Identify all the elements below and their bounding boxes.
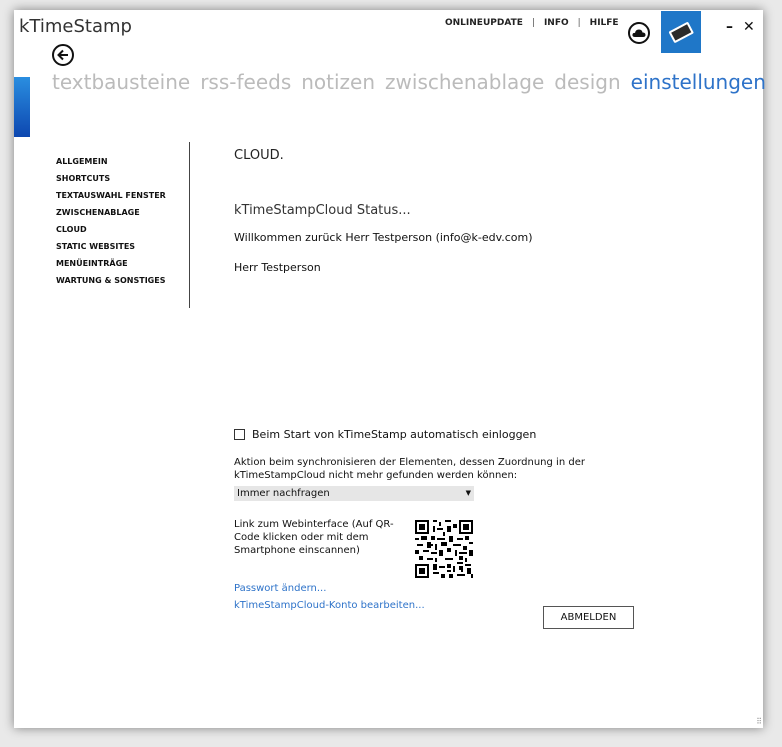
auto-login-label: Beim Start von kTimeStamp automatisch ei…	[252, 428, 537, 441]
web-interface-label: Link zum Webinterface (Auf QR-Code klick…	[234, 519, 394, 556]
sync-action-select[interactable]: Immer nachfragen ▼	[234, 486, 474, 501]
logout-button[interactable]: ABMELDEN	[543, 606, 634, 629]
top-link-separator: |	[577, 18, 581, 28]
change-password-link[interactable]: Passwort ändern...	[234, 583, 326, 594]
auto-login-checkbox[interactable]	[234, 429, 245, 440]
page-title: CLOUD.	[234, 148, 284, 163]
main-nav: textbausteine rss-feeds notizen zwischen…	[52, 70, 776, 94]
sidebar-item-allgemein[interactable]: ALLGEMEIN	[56, 153, 166, 170]
arrow-left-icon[interactable]	[52, 44, 74, 66]
tab-notizen[interactable]: notizen	[301, 70, 375, 94]
resize-grip-icon[interactable]: ⠿	[756, 717, 762, 726]
sidebar-item-wartung-sonstiges[interactable]: WARTUNG & SONSTIGES	[56, 272, 166, 289]
sync-action-value: Immer nachfragen	[237, 488, 330, 499]
tab-rss-feeds[interactable]: rss-feeds	[200, 70, 291, 94]
app-window: kTimeStamp ONLINEUPDATE | INFO | HILFE –…	[14, 10, 766, 728]
sidebar-item-shortcuts[interactable]: SHORTCUTS	[56, 170, 166, 187]
tab-design[interactable]: design	[554, 70, 620, 94]
sidebar-divider	[189, 142, 190, 308]
top-link-separator: |	[531, 18, 535, 28]
caret-down-icon: ▼	[465, 489, 471, 497]
sidebar-item-zwischenablage[interactable]: ZWISCHENABLAGE	[56, 204, 166, 221]
info-link[interactable]: INFO	[544, 18, 569, 28]
sidebar-item-static-websites[interactable]: STATIC WEBSITES	[56, 238, 166, 255]
sidebar-item-textauswahl-fenster[interactable]: TEXTAUSWAHL FENSTER	[56, 187, 166, 204]
tablet-icon[interactable]	[661, 11, 701, 53]
tab-einstellungen[interactable]: einstellungen	[631, 70, 766, 94]
help-link[interactable]: HILFE	[590, 18, 619, 28]
onlineupdate-link[interactable]: ONLINEUPDATE	[445, 18, 523, 28]
welcome-text: Willkommen zurück Herr Testperson (info@…	[234, 231, 533, 244]
sidebar-item-menueintraege[interactable]: MENÜEINTRÄGE	[56, 255, 166, 272]
user-name: Herr Testperson	[234, 261, 321, 274]
minimize-button[interactable]: –	[726, 19, 733, 35]
accent-bar	[14, 77, 30, 137]
settings-sidebar: ALLGEMEIN SHORTCUTS TEXTAUSWAHL FENSTER …	[56, 153, 166, 289]
close-button[interactable]: ✕	[743, 19, 755, 35]
cloud-icon[interactable]	[628, 22, 650, 44]
sidebar-item-cloud[interactable]: CLOUD	[56, 221, 166, 238]
edit-account-link[interactable]: kTimeStampCloud-Konto bearbeiten...	[234, 600, 425, 611]
status-heading: kTimeStampCloud Status...	[234, 203, 411, 218]
tab-textbausteine[interactable]: textbausteine	[52, 70, 190, 94]
auto-login-row[interactable]: Beim Start von kTimeStamp automatisch ei…	[234, 428, 536, 441]
top-links: ONLINEUPDATE | INFO | HILFE	[445, 18, 619, 28]
sync-action-label: Aktion beim synchronisieren der Elemente…	[234, 457, 585, 481]
tab-zwischenablage[interactable]: zwischenablage	[385, 70, 544, 94]
app-title: kTimeStamp	[19, 16, 132, 37]
qr-code-icon[interactable]	[415, 520, 473, 578]
